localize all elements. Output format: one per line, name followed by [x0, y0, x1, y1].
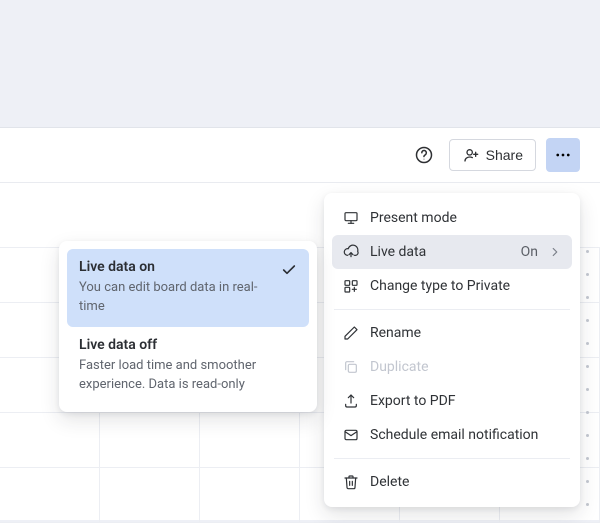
- share-button[interactable]: Share: [449, 139, 536, 171]
- share-label: Share: [486, 147, 523, 163]
- decorative-dots: [586, 250, 592, 506]
- more-button[interactable]: [546, 138, 580, 172]
- cloud-sync-icon: [342, 243, 360, 261]
- chevron-right-icon: [548, 243, 562, 261]
- trash-icon: [342, 473, 360, 491]
- export-icon: [342, 392, 360, 410]
- pencil-icon: [342, 324, 360, 342]
- menu-item-schedule-email[interactable]: Schedule email notification: [332, 418, 572, 452]
- menu-item-export-pdf[interactable]: Export to PDF: [332, 384, 572, 418]
- menu-label: Change type to Private: [370, 278, 562, 294]
- duplicate-icon: [342, 358, 360, 376]
- toolbar: Share: [0, 128, 600, 183]
- live-data-option-off[interactable]: Live data off Faster load time and smoot…: [67, 327, 309, 405]
- menu-label: Duplicate: [370, 359, 562, 375]
- option-desc: You can edit board data in real-time: [79, 279, 273, 317]
- menu-item-live-data[interactable]: Live data On: [332, 235, 572, 269]
- more-menu: Present mode Live data On Change type to…: [324, 193, 580, 507]
- menu-separator: [334, 309, 570, 310]
- menu-label: Export to PDF: [370, 393, 562, 409]
- help-button[interactable]: [409, 140, 439, 170]
- help-circle-icon: [415, 146, 433, 164]
- menu-item-rename[interactable]: Rename: [332, 316, 572, 350]
- menu-label: Rename: [370, 325, 562, 341]
- menu-item-present-mode[interactable]: Present mode: [332, 201, 572, 235]
- workspace: Share Present mode Live data On: [0, 127, 600, 520]
- check-icon: [281, 262, 297, 278]
- menu-label: Present mode: [370, 210, 562, 226]
- option-desc: Faster load time and smoother experience…: [79, 357, 297, 395]
- menu-label: Schedule email notification: [370, 427, 562, 443]
- present-icon: [342, 209, 360, 227]
- menu-status: On: [521, 244, 538, 260]
- person-plus-icon: [462, 146, 480, 164]
- menu-label: Live data: [370, 244, 511, 260]
- menu-separator: [334, 458, 570, 459]
- menu-item-delete[interactable]: Delete: [332, 465, 572, 499]
- option-title: Live data on: [79, 259, 273, 275]
- settings-change-icon: [342, 277, 360, 295]
- mail-icon: [342, 426, 360, 444]
- menu-label: Delete: [370, 474, 562, 490]
- more-horizontal-icon: [554, 146, 572, 164]
- menu-item-change-type[interactable]: Change type to Private: [332, 269, 572, 303]
- option-title: Live data off: [79, 337, 297, 353]
- live-data-submenu: Live data on You can edit board data in …: [59, 241, 317, 412]
- live-data-option-on[interactable]: Live data on You can edit board data in …: [67, 249, 309, 327]
- menu-item-duplicate: Duplicate: [332, 350, 572, 384]
